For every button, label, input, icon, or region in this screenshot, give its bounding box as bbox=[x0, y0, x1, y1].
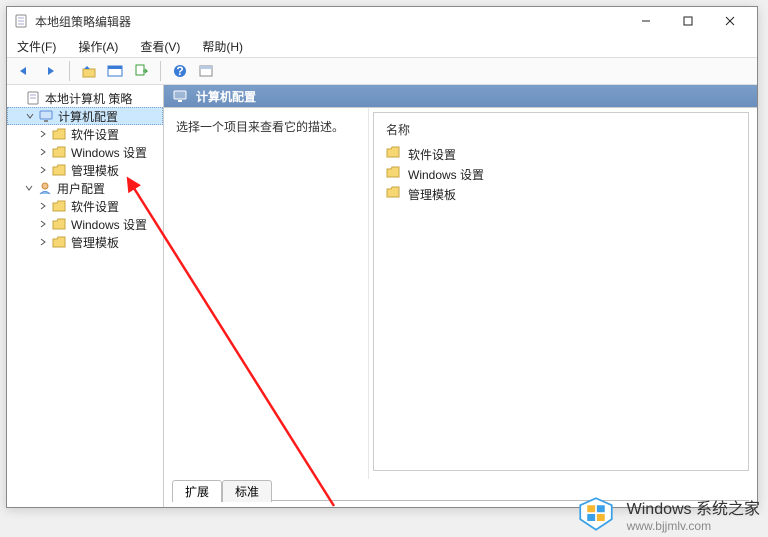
list-item-windows[interactable]: Windows 设置 bbox=[382, 164, 740, 184]
tree-user-software[interactable]: 软件设置 bbox=[7, 197, 163, 215]
content-panel: 计算机配置 选择一个项目来查看它的描述。 名称 软件设置 Windows 设置 bbox=[164, 85, 757, 507]
description-column: 选择一个项目来查看它的描述。 bbox=[164, 108, 369, 479]
tree-root[interactable]: 本地计算机 策略 bbox=[7, 89, 163, 107]
folder-icon bbox=[51, 126, 67, 142]
tree-comp-software[interactable]: 软件设置 bbox=[7, 125, 163, 143]
tree-user-templates[interactable]: 管理模板 bbox=[7, 233, 163, 251]
list-item-templates[interactable]: 管理模板 bbox=[382, 184, 740, 204]
toolbar-separator bbox=[160, 61, 161, 81]
svg-text:?: ? bbox=[176, 64, 183, 78]
content-header-title: 计算机配置 bbox=[196, 88, 256, 105]
filter-button[interactable] bbox=[195, 60, 217, 82]
watermark: Windows 系统之家 www.bjjmlv.com bbox=[575, 493, 760, 535]
tree-label: 计算机配置 bbox=[58, 108, 118, 125]
menu-help[interactable]: 帮助(H) bbox=[198, 36, 247, 57]
list-header-name[interactable]: 名称 bbox=[382, 119, 740, 144]
chevron-right-icon[interactable] bbox=[37, 146, 49, 158]
tree-user-config[interactable]: 用户配置 bbox=[7, 179, 163, 197]
tree-label: 软件设置 bbox=[71, 126, 119, 143]
watermark-text: Windows 系统之家 www.bjjmlv.com bbox=[627, 495, 760, 533]
content-header: 计算机配置 bbox=[164, 85, 757, 107]
watermark-title: Windows 系统之家 bbox=[627, 495, 760, 519]
computer-icon bbox=[172, 88, 188, 104]
folder-icon bbox=[51, 144, 67, 160]
tree-label: 用户配置 bbox=[57, 180, 105, 197]
chevron-down-icon[interactable] bbox=[23, 182, 35, 194]
tree-comp-templates[interactable]: 管理模板 bbox=[7, 161, 163, 179]
content-body: 选择一个项目来查看它的描述。 名称 软件设置 Windows 设置 管理模板 bbox=[164, 107, 757, 479]
folder-icon bbox=[386, 146, 402, 162]
tab-standard[interactable]: 标准 bbox=[222, 480, 272, 502]
folder-icon bbox=[51, 162, 67, 178]
list-column: 名称 软件设置 Windows 设置 管理模板 bbox=[373, 112, 749, 471]
window-title: 本地组策略编辑器 bbox=[35, 13, 625, 30]
folder-icon bbox=[51, 198, 67, 214]
menu-action[interactable]: 操作(A) bbox=[74, 36, 122, 57]
chevron-right-icon[interactable] bbox=[37, 200, 49, 212]
tree-label: 管理模板 bbox=[71, 162, 119, 179]
show-hide-tree-button[interactable] bbox=[104, 60, 126, 82]
app-icon bbox=[13, 13, 29, 29]
tab-extended[interactable]: 扩展 bbox=[172, 480, 222, 502]
tree-label: 管理模板 bbox=[71, 234, 119, 251]
computer-icon bbox=[38, 108, 54, 124]
chevron-right-icon[interactable] bbox=[37, 128, 49, 140]
folder-icon bbox=[51, 216, 67, 232]
folder-icon bbox=[386, 166, 402, 182]
description-text: 选择一个项目来查看它的描述。 bbox=[176, 120, 344, 134]
list-item-label: 管理模板 bbox=[408, 186, 456, 203]
policy-icon bbox=[25, 90, 41, 106]
chevron-right-icon[interactable] bbox=[37, 236, 49, 248]
nav-back-button[interactable] bbox=[13, 60, 35, 82]
watermark-url: www.bjjmlv.com bbox=[627, 519, 760, 533]
user-icon bbox=[37, 180, 53, 196]
gpedit-window: 本地组策略编辑器 文件(F) 操作(A) 查看(V) 帮助(H) ? 本地计算机… bbox=[6, 6, 758, 508]
folder-icon bbox=[386, 186, 402, 202]
tree-user-windows[interactable]: Windows 设置 bbox=[7, 215, 163, 233]
windows-logo-icon bbox=[575, 493, 617, 535]
folder-icon bbox=[51, 234, 67, 250]
tree-panel[interactable]: 本地计算机 策略 计算机配置 软件设置 Windows 设置 管理模板 bbox=[7, 85, 164, 507]
tree-comp-windows[interactable]: Windows 设置 bbox=[7, 143, 163, 161]
tree-label: 本地计算机 策略 bbox=[45, 90, 132, 107]
workspace: 本地计算机 策略 计算机配置 软件设置 Windows 设置 管理模板 bbox=[7, 85, 757, 507]
list-item-label: 软件设置 bbox=[408, 146, 456, 163]
menubar: 文件(F) 操作(A) 查看(V) 帮助(H) bbox=[7, 35, 757, 57]
close-button[interactable] bbox=[709, 8, 751, 34]
tree-label: 软件设置 bbox=[71, 198, 119, 215]
tree-label: Windows 设置 bbox=[71, 144, 147, 161]
titlebar: 本地组策略编辑器 bbox=[7, 7, 757, 35]
chevron-down-icon[interactable] bbox=[24, 110, 36, 122]
nav-forward-button[interactable] bbox=[39, 60, 61, 82]
chevron-right-icon[interactable] bbox=[37, 164, 49, 176]
maximize-button[interactable] bbox=[667, 8, 709, 34]
toolbar-separator bbox=[69, 61, 70, 81]
tree-computer-config[interactable]: 计算机配置 bbox=[7, 107, 163, 125]
list-item-label: Windows 设置 bbox=[408, 166, 484, 183]
chevron-right-icon[interactable] bbox=[37, 218, 49, 230]
up-level-button[interactable] bbox=[78, 60, 100, 82]
menu-view[interactable]: 查看(V) bbox=[136, 36, 184, 57]
list-item-software[interactable]: 软件设置 bbox=[382, 144, 740, 164]
tree-label: Windows 设置 bbox=[71, 216, 147, 233]
minimize-button[interactable] bbox=[625, 8, 667, 34]
menu-file[interactable]: 文件(F) bbox=[13, 36, 60, 57]
help-button[interactable]: ? bbox=[169, 60, 191, 82]
toolbar: ? bbox=[7, 57, 757, 85]
window-controls bbox=[625, 8, 751, 34]
export-list-button[interactable] bbox=[130, 60, 152, 82]
